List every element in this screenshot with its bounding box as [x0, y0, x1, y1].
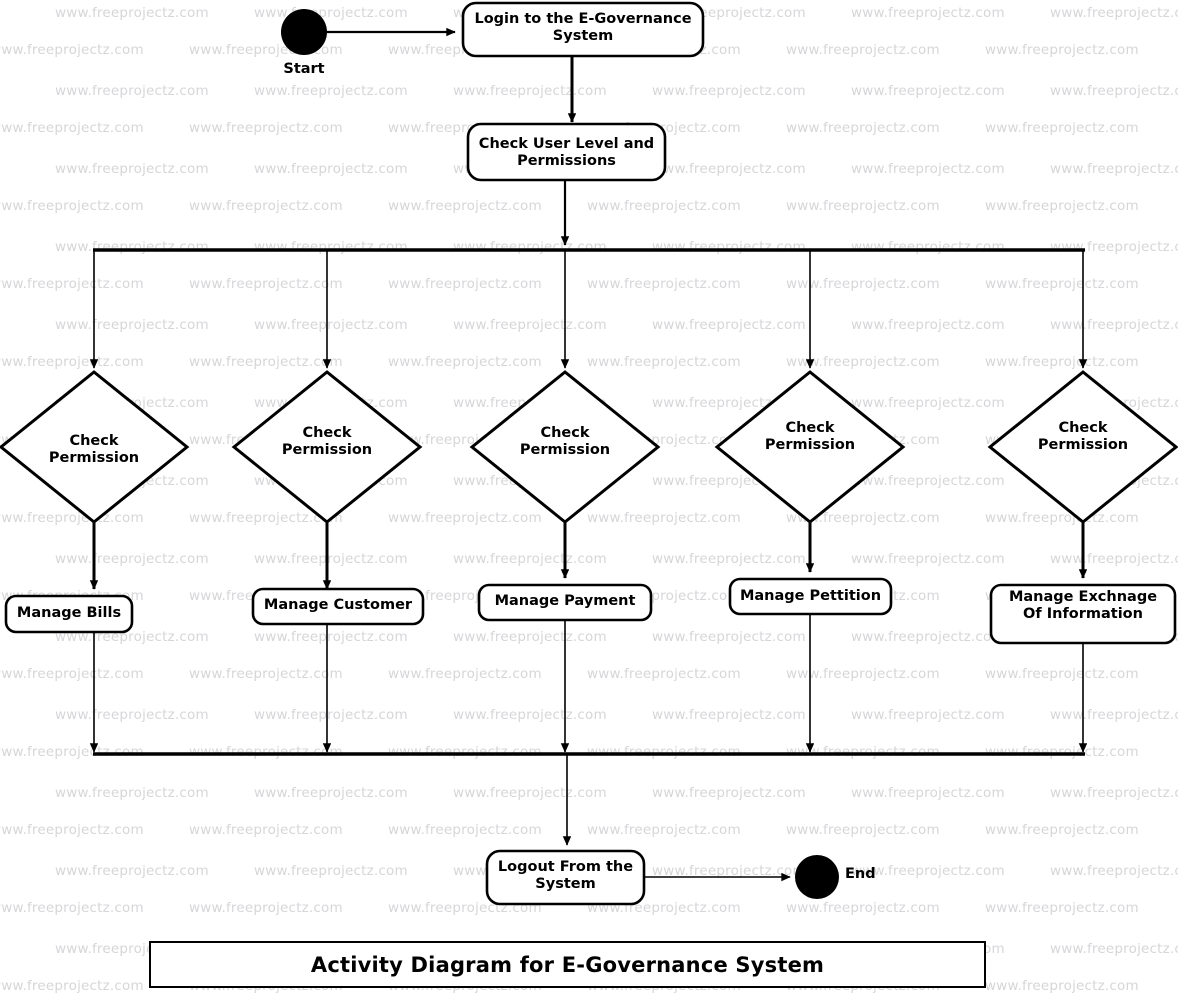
decision-node-2	[231, 370, 423, 524]
diagram-svg	[0, 1, 1178, 988]
activity-node-manage-payment	[477, 583, 653, 622]
activity-node-manage-customer	[251, 587, 425, 626]
title-banner-box	[149, 941, 986, 988]
activity-node-logout	[485, 849, 646, 906]
diagram-layer: Start Login to the E-Governance System C…	[0, 0, 1178, 994]
decision-node-3	[469, 370, 661, 524]
activity-node-manage-pettition	[728, 577, 893, 616]
start-node-circle	[281, 9, 327, 55]
activity-diagram-canvas: www.freeprojectz.com www.freeprojectz.com…	[0, 0, 1178, 994]
decision-node-1	[0, 370, 190, 524]
decision-node-4	[714, 370, 906, 524]
activity-node-manage-exchange-of-information	[989, 583, 1177, 645]
end-node-circle	[795, 855, 839, 899]
activity-node-login	[461, 1, 705, 58]
activity-node-check-user-level	[466, 122, 667, 182]
decision-node-5	[987, 370, 1178, 524]
activity-node-manage-bills	[4, 594, 134, 634]
